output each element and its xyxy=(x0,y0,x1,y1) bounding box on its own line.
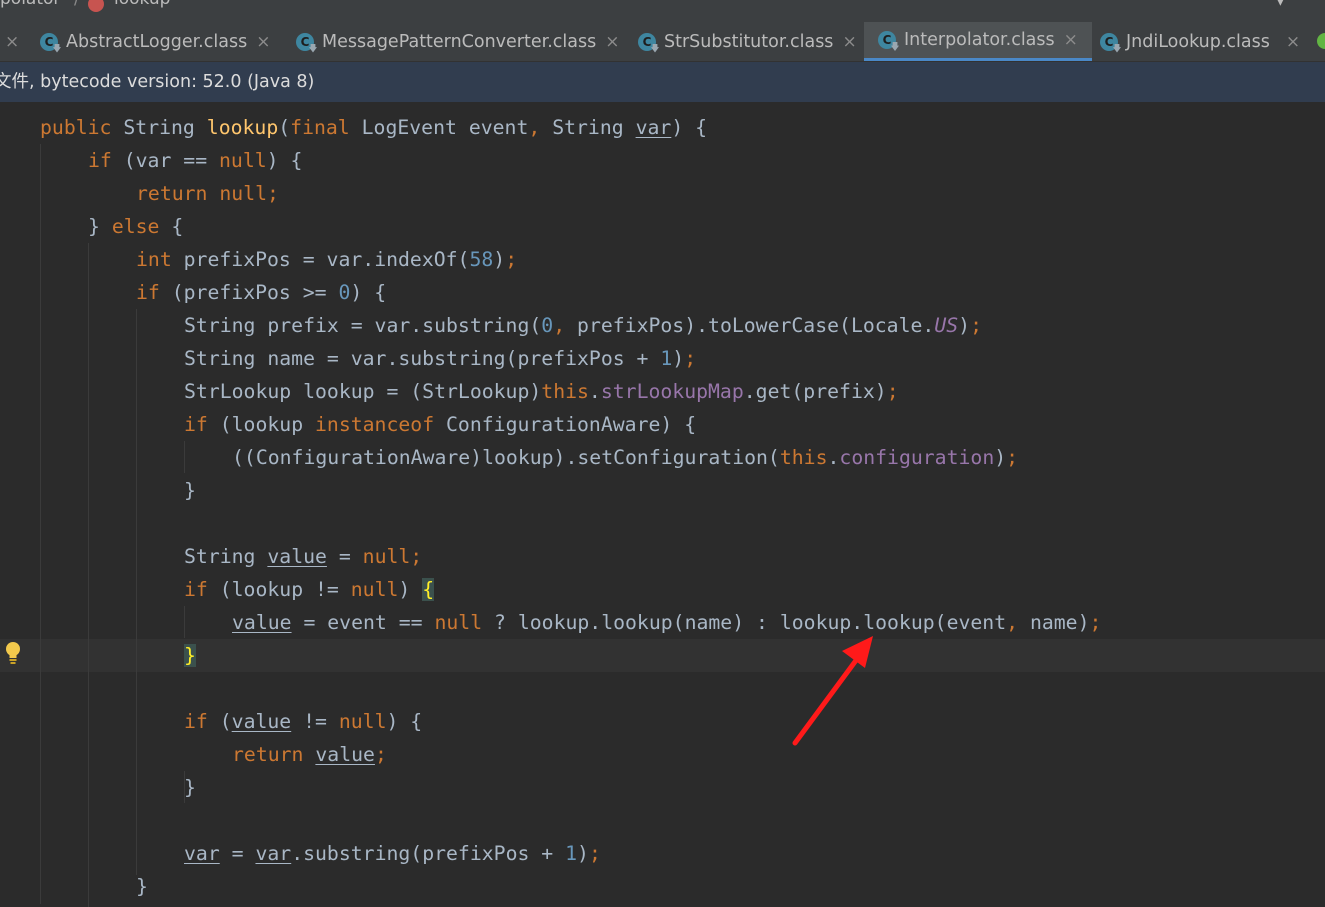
arrow-head xyxy=(842,636,873,668)
annotation-arrow xyxy=(792,636,873,746)
arrow-shaft xyxy=(792,656,860,746)
